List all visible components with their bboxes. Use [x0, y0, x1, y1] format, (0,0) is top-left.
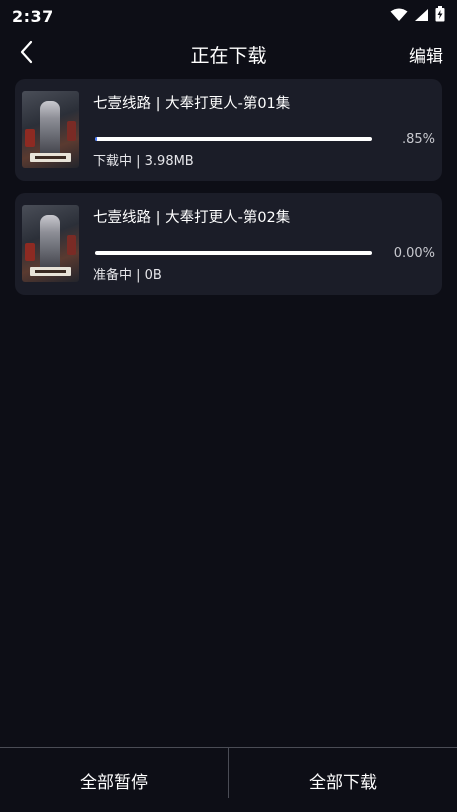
download-title: 七壹线路 | 大奉打更人-第01集: [93, 96, 291, 112]
chevron-left-icon: [19, 40, 33, 68]
battery-charging-icon: [435, 6, 445, 26]
bottom-action-bar: 全部暂停 全部下载: [0, 747, 457, 812]
status-bar: 2:37: [0, 0, 457, 32]
download-item[interactable]: 七壹线路 | 大奉打更人-第02集 0.00% 准备中 | 0B: [15, 193, 442, 295]
download-status: 准备中 | 0B: [93, 268, 162, 283]
progress-bar: [95, 251, 372, 255]
page-title: 正在下载: [190, 44, 267, 67]
back-button[interactable]: [12, 40, 40, 68]
download-status: 下载中 | 3.98MB: [93, 154, 194, 169]
header: 正在下载 编辑: [0, 32, 457, 76]
progress-bar: [95, 137, 372, 141]
download-all-button[interactable]: 全部下载: [229, 748, 457, 812]
download-list: 七壹线路 | 大奉打更人-第01集 .85% 下载中 | 3.98MB 七壹线路…: [15, 79, 442, 307]
progress-percent: 0.00%: [393, 246, 435, 261]
progress-percent: .85%: [401, 132, 435, 147]
edit-button[interactable]: 编辑: [409, 42, 443, 67]
signal-icon: [414, 7, 429, 26]
pause-all-button[interactable]: 全部暂停: [0, 748, 228, 812]
status-time: 2:37: [12, 6, 54, 26]
wifi-icon: [390, 7, 408, 26]
progress-fill: [95, 137, 98, 141]
download-item[interactable]: 七壹线路 | 大奉打更人-第01集 .85% 下载中 | 3.98MB: [15, 79, 442, 181]
poster-thumbnail: [22, 205, 79, 282]
download-title: 七壹线路 | 大奉打更人-第02集: [93, 210, 291, 226]
poster-thumbnail: [22, 91, 79, 168]
status-icons: [390, 6, 445, 26]
